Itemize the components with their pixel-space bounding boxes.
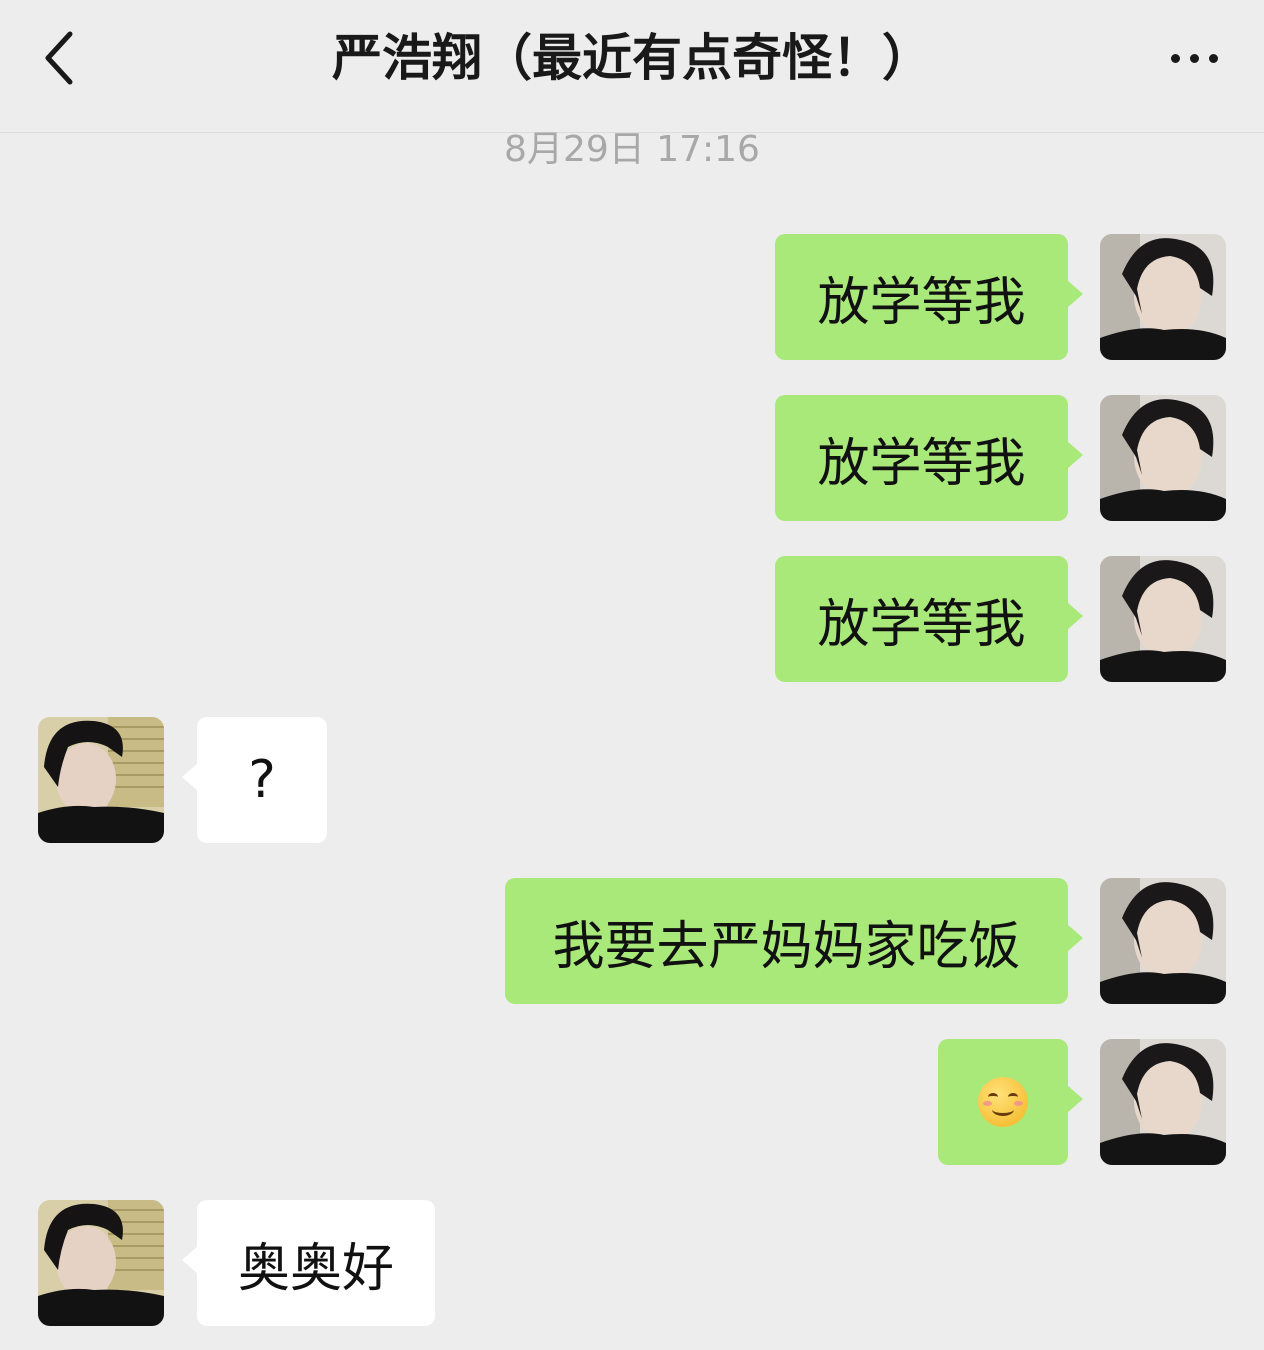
- more-dot: [1208, 53, 1218, 63]
- bubble-tail: [182, 763, 198, 791]
- more-options-button[interactable]: [1154, 22, 1234, 94]
- more-dots-icon: [1170, 53, 1180, 63]
- bubble-tail: [1067, 441, 1083, 469]
- contact-avatar[interactable]: [38, 717, 164, 843]
- message-timestamp: 8月29日 17:16: [504, 129, 760, 170]
- bubble-tail: [1067, 1085, 1083, 1113]
- message-bubble[interactable]: 放学等我: [775, 556, 1068, 682]
- message-bubble[interactable]: 放学等我: [775, 395, 1068, 521]
- back-button[interactable]: [30, 22, 90, 94]
- message-row-incoming: ?: [0, 717, 1264, 843]
- my-avatar[interactable]: [1100, 878, 1226, 1004]
- bubble-tail: [1067, 280, 1083, 308]
- message-row-outgoing: 我要去严妈妈家吃饭: [0, 878, 1264, 1004]
- my-avatar[interactable]: [1100, 395, 1226, 521]
- message-row-outgoing: [0, 1039, 1264, 1165]
- bubble-tail: [1067, 602, 1083, 630]
- bubble-tail: [182, 1246, 198, 1274]
- message-row-outgoing: 放学等我: [0, 556, 1264, 682]
- message-bubble[interactable]: 奥奥好: [197, 1200, 435, 1326]
- my-avatar[interactable]: [1100, 1039, 1226, 1165]
- message-row-outgoing: 放学等我: [0, 395, 1264, 521]
- smiling-face-icon: [978, 1077, 1028, 1127]
- message-bubble[interactable]: 我要去严妈妈家吃饭: [505, 878, 1068, 1004]
- bubble-tail: [1067, 924, 1083, 952]
- message-row-outgoing: 放学等我: [0, 234, 1264, 360]
- chat-title: 严浩翔（最近有点奇怪！）: [332, 29, 932, 87]
- message-row-incoming: 奥奥好: [0, 1200, 1264, 1326]
- my-avatar[interactable]: [1100, 556, 1226, 682]
- more-dot: [1189, 53, 1199, 63]
- message-bubble-emoji[interactable]: [938, 1039, 1068, 1165]
- message-bubble[interactable]: ?: [197, 717, 327, 843]
- contact-avatar[interactable]: [38, 1200, 164, 1326]
- chat-header: 严浩翔（最近有点奇怪！）: [0, 0, 1264, 133]
- my-avatar[interactable]: [1100, 234, 1226, 360]
- message-bubble[interactable]: 放学等我: [775, 234, 1068, 360]
- chevron-left-icon: [45, 31, 73, 85]
